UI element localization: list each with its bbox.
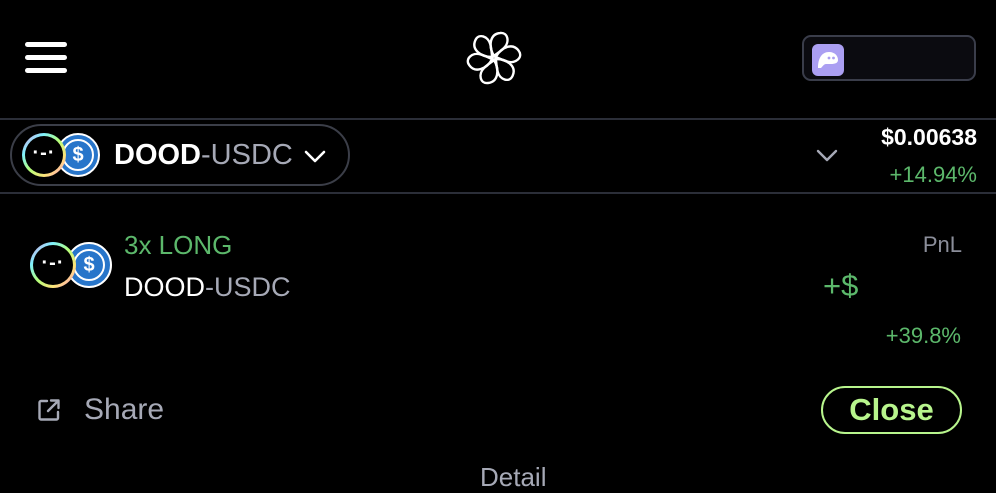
- dood-token-icon: ·-·: [30, 242, 76, 288]
- hamburger-line: [25, 68, 67, 73]
- details-toggle[interactable]: Detail: [480, 462, 546, 493]
- phantom-ghost-icon: [812, 44, 844, 76]
- share-button[interactable]: Share: [36, 392, 164, 428]
- position-base: DOOD: [124, 272, 205, 302]
- close-position-button[interactable]: Close: [821, 386, 962, 434]
- pair-divider: [0, 192, 996, 194]
- position-separator: -: [205, 272, 214, 302]
- pair-base: DOOD: [114, 139, 201, 171]
- menu-button[interactable]: [25, 42, 67, 74]
- pair-label: DOOD-USDC: [114, 141, 293, 170]
- header-divider: [0, 118, 996, 120]
- pnl-label: PnL: [922, 232, 962, 257]
- market-expand-chevron-icon[interactable]: [816, 149, 838, 163]
- flower-logo-icon[interactable]: [464, 30, 524, 86]
- pair-quote: USDC: [210, 139, 293, 171]
- pair-separator: -: [201, 139, 211, 171]
- market-change: +14.94%: [889, 162, 977, 187]
- share-label: Share: [84, 393, 165, 426]
- position-pair: DOOD-USDC: [124, 272, 291, 303]
- hamburger-menu-icon: [25, 42, 67, 47]
- position-leverage: 3x LONG: [124, 230, 233, 260]
- pair-selector[interactable]: $ ·-· DOOD-USDC: [10, 124, 350, 186]
- hamburger-line: [25, 55, 67, 60]
- pnl-value: +$: [823, 268, 859, 303]
- chevron-down-icon: [304, 150, 326, 163]
- wallet-button[interactable]: [802, 35, 976, 81]
- dood-token-icon: ·-·: [22, 133, 66, 177]
- pnl-percent: +39.8%: [885, 323, 961, 348]
- external-link-icon: [38, 399, 60, 421]
- position-token-icons: $ ·-·: [28, 240, 112, 288]
- token-pair-icons: $ ·-·: [18, 131, 102, 179]
- position-quote: USDC: [214, 272, 291, 302]
- market-price: $0.00638: [881, 124, 977, 150]
